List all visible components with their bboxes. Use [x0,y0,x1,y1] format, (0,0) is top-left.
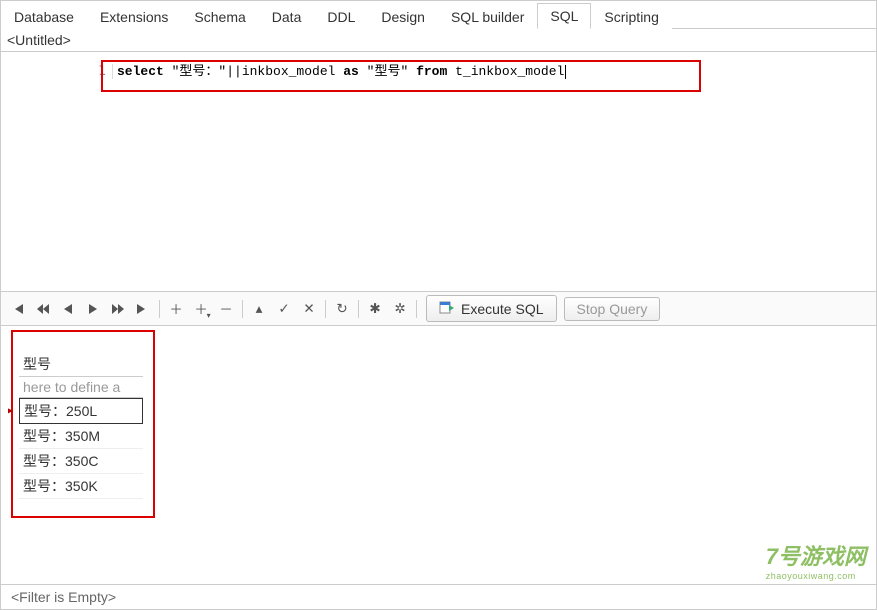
append-record-button[interactable]: ＋▾ [190,298,212,320]
code-frag: "型号："||inkbox_model [164,64,343,79]
results-grid[interactable]: 型号 here to define a ▸ 型号：250L 型号：350M 型号… [19,352,143,499]
execute-label: Execute SQL [461,301,544,317]
tab-scripting[interactable]: Scripting [591,4,671,29]
edit-record-button[interactable]: ▴ [248,298,270,320]
sql-code[interactable]: select "型号："||inkbox_model as "型号" from … [113,60,566,79]
cell-value: 型号：350C [23,453,98,469]
tab-database[interactable]: Database [1,4,87,29]
current-row-marker-icon: ▸ [8,406,13,417]
tab-data[interactable]: Data [259,4,315,29]
insert-record-button[interactable]: ＋ [165,298,187,320]
results-panel: 型号 here to define a ▸ 型号：250L 型号：350M 型号… [1,326,876,586]
kw-select: select [117,64,164,79]
execute-icon [439,299,455,318]
tab-design[interactable]: Design [368,4,438,29]
column-header[interactable]: 型号 [19,352,143,377]
separator [159,300,160,318]
execute-sql-button[interactable]: Execute SQL [426,295,557,322]
stop-label: Stop Query [577,301,648,317]
tab-extensions[interactable]: Extensions [87,4,181,29]
prev-record-button[interactable] [57,298,79,320]
cancel-edit-button[interactable]: ✕ [298,298,320,320]
main-tabs: Database Extensions Schema Data DDL Desi… [1,1,876,29]
table-row[interactable]: 型号：350M [19,424,143,449]
separator [416,300,417,318]
stop-query-button[interactable]: Stop Query [564,297,661,321]
filter-status-bar[interactable]: <Filter is Empty> [1,584,876,609]
goto-bookmark-button[interactable]: ✲ [389,298,411,320]
watermark-text: 7号游戏网 [766,544,866,569]
first-record-button[interactable] [7,298,29,320]
tab-sqlbuilder[interactable]: SQL builder [438,4,537,29]
editor-title: <Untitled> [1,29,876,52]
post-edit-button[interactable]: ✓ [273,298,295,320]
table-row[interactable]: ▸ 型号：250L [19,398,143,424]
table-row[interactable]: 型号：350C [19,449,143,474]
next-record-button[interactable] [82,298,104,320]
sql-editor[interactable]: 1 select "型号："||inkbox_model as "型号" fro… [1,52,876,292]
tab-sql[interactable]: SQL [537,3,591,29]
tab-ddl[interactable]: DDL [314,4,368,29]
editor-line: 1 select "型号："||inkbox_model as "型号" fro… [1,60,876,79]
cell-value: 型号：350M [23,428,100,444]
column-filter-hint[interactable]: here to define a [19,377,143,398]
code-frag: "型号" [359,64,416,79]
line-number: 1 [1,64,113,79]
separator [358,300,359,318]
text-cursor [565,65,566,79]
delete-record-button[interactable]: － [215,298,237,320]
watermark-sub: zhaoyouxiwang.com [766,571,866,581]
refresh-button[interactable]: ↻ [331,298,353,320]
table-row[interactable]: 型号：350K [19,474,143,499]
bookmark-button[interactable]: ✱ [364,298,386,320]
tab-schema[interactable]: Schema [181,4,258,29]
kw-as: as [343,64,359,79]
separator [325,300,326,318]
prev-page-button[interactable] [32,298,54,320]
next-page-button[interactable] [107,298,129,320]
kw-from: from [416,64,447,79]
code-frag: t_inkbox_model [447,64,564,79]
cell-value: 型号：250L [24,403,97,419]
separator [242,300,243,318]
cell-value: 型号：350K [23,478,98,494]
last-record-button[interactable] [132,298,154,320]
results-toolbar: ＋ ＋▾ － ▴ ✓ ✕ ↻ ✱ ✲ Execute SQL Stop Quer… [1,292,876,326]
watermark: 7号游戏网 zhaoyouxiwang.com [766,539,866,581]
